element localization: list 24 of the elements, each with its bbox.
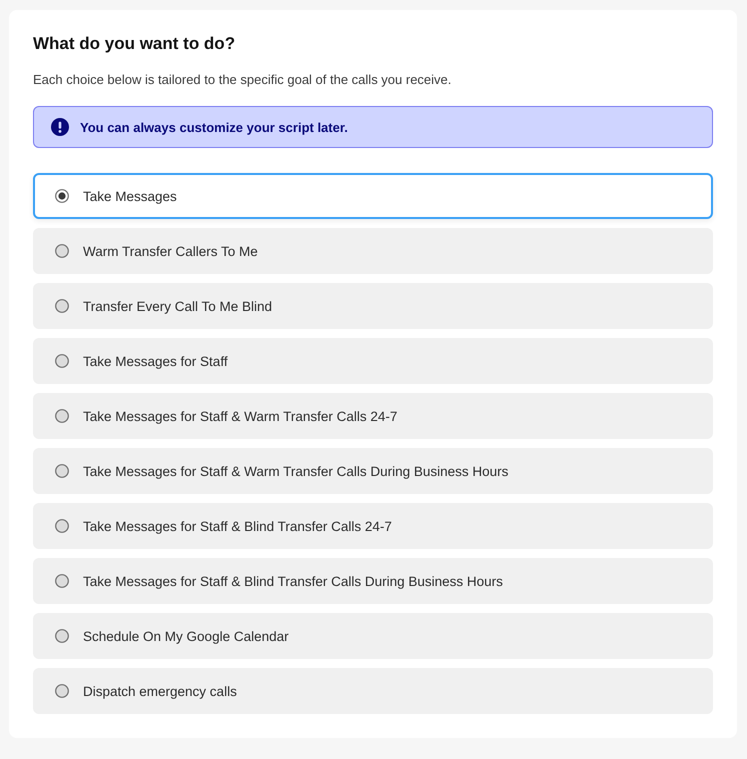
radio-button[interactable] (55, 464, 69, 478)
page-title: What do you want to do? (33, 34, 236, 54)
radio-button[interactable] (55, 409, 69, 423)
option-card[interactable]: Schedule On My Google Calendar (33, 613, 713, 659)
option-card[interactable]: Warm Transfer Callers To Me (33, 228, 713, 274)
option-card[interactable]: Take Messages for Staff & Warm Transfer Calls During Business Hours (33, 448, 713, 494)
radio-button[interactable] (55, 244, 69, 258)
radio-button[interactable] (55, 684, 69, 698)
notice-text: You can always customize your script later. (80, 120, 348, 134)
option-card[interactable]: Take Messages (33, 173, 713, 219)
option-card[interactable]: Take Messages for Staff & Blind Transfer Calls 24-7 (33, 503, 713, 549)
exclamation-icon (51, 118, 69, 136)
radio-button[interactable] (55, 574, 69, 588)
radio-button[interactable] (55, 189, 69, 203)
radio-button[interactable] (55, 629, 69, 643)
option-card[interactable]: Take Messages for Staff & Warm Transfer Calls 24-7 (33, 393, 713, 439)
option-card[interactable]: Transfer Every Call To Me Blind (33, 283, 713, 329)
option-card[interactable]: Dispatch emergency calls (33, 668, 713, 714)
radio-button[interactable] (55, 299, 69, 313)
option-card[interactable]: Take Messages for Staff (33, 338, 713, 384)
option-card[interactable]: Take Messages for Staff & Blind Transfer Calls During Business Hours (33, 558, 713, 604)
radio-button[interactable] (55, 354, 69, 368)
subtitle-text: Each choice below is tailored to the specific goal of the calls you receive. (33, 71, 452, 89)
radio-button[interactable] (55, 519, 69, 533)
